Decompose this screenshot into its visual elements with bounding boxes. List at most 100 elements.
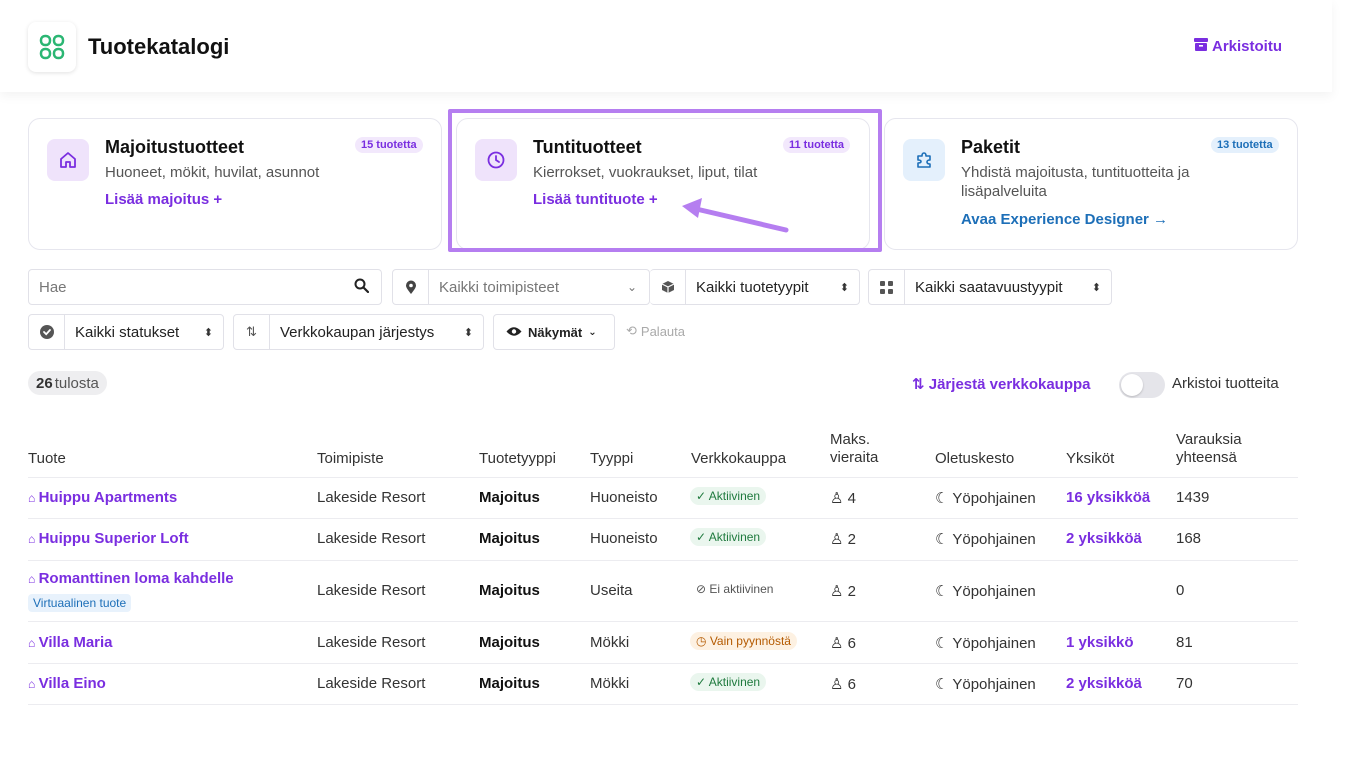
units-link[interactable]: 2 yksikköä (1066, 675, 1142, 692)
home-icon: ⌂ (28, 677, 39, 691)
status-select[interactable]: Kaikki statukset ⬍ (28, 314, 224, 350)
duration-value: Yöpohjainen (952, 531, 1036, 548)
product-link[interactable]: ⌂ Villa Eino (28, 675, 106, 692)
guests-cell: ♙ 2 (830, 582, 856, 600)
header-line: vieraita (830, 449, 879, 466)
column-header-shop[interactable]: Verkkokauppa (691, 450, 786, 468)
reset-button[interactable]: ⟲ Palauta (626, 323, 685, 339)
home-icon: ⌂ (28, 491, 39, 505)
card-title: Paketit (961, 137, 1021, 157)
header-line: Maks. (830, 431, 871, 448)
results-number: 26 (36, 374, 53, 392)
clock-icon: ◷ (696, 634, 710, 648)
search-input[interactable]: Hae (28, 269, 382, 305)
guests-cell: ♙ 4 (830, 489, 856, 507)
person-icon: ♙ (830, 583, 848, 600)
search-icon[interactable] (354, 278, 370, 297)
status-select-value: Kaikki statukset (75, 323, 180, 341)
duration-cell: ☾ Yöpohjainen (935, 530, 1036, 548)
availability-type-value: Kaikki saatavuustyypit (915, 278, 1063, 296)
type-cell: Useita (590, 582, 633, 599)
duration-cell: ☾ Yöpohjainen (935, 634, 1036, 652)
bookings-cell: 168 (1176, 530, 1202, 547)
shop-order-value: Verkkokaupan järjestys (280, 323, 435, 341)
status-badge: ✓ Aktiivinen (690, 528, 767, 546)
location-cell: Lakeside Resort (317, 530, 426, 547)
page-title: Tuotekatalogi (88, 34, 230, 59)
product-name: Huippu Apartments (38, 489, 178, 506)
archive-toggle-label: Arkistoi tuotteita (1172, 375, 1279, 392)
check-icon: ✓ (696, 489, 709, 503)
guests-value: 6 (847, 676, 856, 693)
header-line: yhteensä (1176, 449, 1237, 466)
duration-value: Yöpohjainen (952, 583, 1036, 600)
reset-label: Palauta (640, 323, 685, 339)
divider (28, 518, 1298, 519)
moon-icon: ☾ (935, 583, 953, 600)
type-cell: Mökki (590, 634, 630, 651)
product-link[interactable]: ⌂ Romanttinen loma kahdelle (28, 570, 234, 587)
product-type-select[interactable]: Kaikki tuotetyypit ⬍ (650, 269, 860, 305)
column-header-bookings[interactable]: Varauksia yhteensä (1176, 431, 1242, 467)
archived-link-label: Arkistoitu (1211, 38, 1282, 55)
status-badge: ⊘ Ei aktiivinen (690, 580, 780, 598)
product-type-cell: Majoitus (479, 530, 540, 547)
type-cell: Mökki (590, 675, 630, 692)
person-icon: ♙ (830, 635, 848, 652)
column-header-type[interactable]: Tyyppi (590, 450, 633, 468)
product-name: Villa Eino (38, 675, 106, 692)
product-link[interactable]: ⌂ Huippu Apartments (28, 489, 177, 506)
select-caret-icon: ⬍ (203, 326, 213, 339)
column-header-product[interactable]: Tuote (28, 450, 66, 468)
product-link[interactable]: ⌂ Huippu Superior Loft (28, 530, 189, 547)
units-link[interactable]: 2 yksikköä (1066, 530, 1142, 547)
status-label: Vain pyynnöstä (709, 634, 791, 648)
bookings-cell: 1439 (1176, 489, 1210, 506)
person-icon: ♙ (830, 490, 848, 507)
person-icon: ♙ (830, 531, 848, 548)
status-label: Aktiivinen (708, 489, 761, 503)
bookings-cell: 81 (1176, 634, 1193, 651)
shop-order-select[interactable]: ⇅ Verkkokaupan järjestys ⬍ (233, 314, 484, 350)
card-description-line: lisäpalveluita (961, 183, 1047, 200)
home-icon: ⌂ (28, 636, 39, 650)
availability-type-select[interactable]: Kaikki saatavuustyypit ⬍ (868, 269, 1112, 305)
location-select[interactable]: Kaikki toimipisteet ⌄ (392, 269, 650, 305)
check-icon: ✓ (696, 530, 709, 544)
archive-box-icon (1193, 38, 1208, 55)
column-header-default-duration[interactable]: Oletuskesto (935, 450, 1014, 468)
bookings-cell: 70 (1176, 675, 1193, 692)
card-title: Majoitustuotteet (105, 137, 244, 157)
chevron-down-icon: ⌄ (626, 280, 637, 294)
results-label: tulosta (54, 374, 99, 392)
status-label: Aktiivinen (708, 530, 761, 544)
units-link[interactable]: 1 yksikkö (1066, 634, 1134, 651)
archived-link[interactable]: Arkistoitu (1193, 38, 1282, 55)
status-badge: ◷ Vain pyynnöstä (690, 632, 797, 650)
column-header-max-guests[interactable]: Maks. vieraita (830, 431, 878, 467)
count-badge: 13 tuotetta (1211, 137, 1279, 153)
column-header-location[interactable]: Toimipiste (317, 450, 384, 468)
moon-icon: ☾ (935, 676, 953, 693)
status-label: Ei aktiivinen (709, 582, 774, 596)
product-link[interactable]: ⌂ Villa Maria (28, 634, 113, 651)
select-caret-icon: ⬍ (1091, 281, 1101, 294)
open-experience-designer-link[interactable]: Avaa Experience Designer → (961, 211, 1168, 228)
archive-toggle[interactable] (1119, 372, 1165, 398)
sort-arrows-icon: ⇅ (912, 376, 925, 393)
status-badge: ✓ Aktiivinen (690, 487, 767, 505)
units-link[interactable]: 16 yksikköä (1066, 489, 1150, 506)
status-label: Aktiivinen (708, 675, 761, 689)
moon-icon: ☾ (935, 490, 953, 507)
column-header-product-type[interactable]: Tuotetyyppi (479, 450, 556, 468)
views-button[interactable]: Näkymät ⌄ (493, 314, 615, 350)
add-accommodation-link[interactable]: Lisää majoitus + (105, 191, 222, 208)
duration-cell: ☾ Yöpohjainen (935, 675, 1036, 693)
sort-arrows-icon: ⇅ (234, 315, 270, 349)
duration-value: Yöpohjainen (952, 676, 1036, 693)
divider (28, 621, 1298, 622)
column-header-units[interactable]: Yksiköt (1066, 450, 1114, 468)
home-icon: ⌂ (28, 532, 39, 546)
app-header: Tuotekatalogi Arkistoitu (0, 0, 1332, 92)
sort-shop-button[interactable]: ⇅ Järjestä verkkokauppa (912, 375, 1091, 393)
